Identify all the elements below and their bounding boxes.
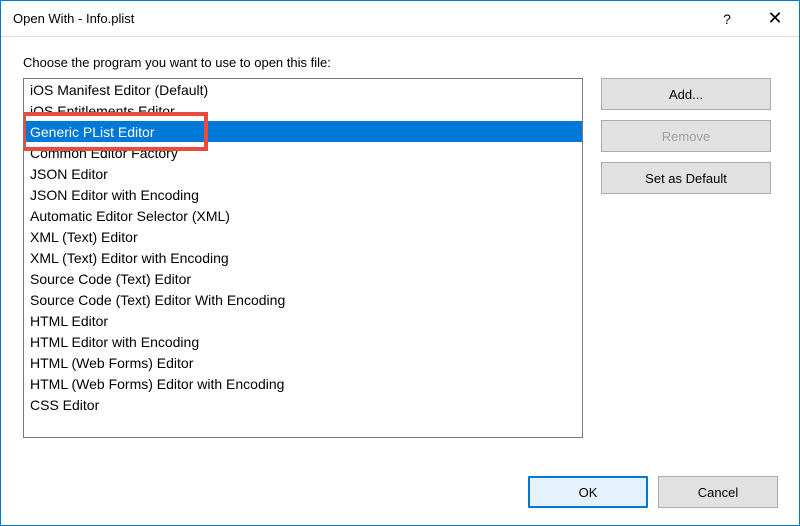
titlebar: Open With - Info.plist ? ✕ [1, 1, 799, 37]
list-item[interactable]: iOS Manifest Editor (Default) [24, 79, 582, 100]
window-title: Open With - Info.plist [13, 11, 703, 26]
list-item[interactable]: Common Editor Factory [24, 142, 582, 163]
close-icon: ✕ [767, 8, 782, 29]
list-item[interactable]: HTML Editor [24, 310, 582, 331]
program-listbox-container: iOS Manifest Editor (Default)iOS Entitle… [23, 78, 583, 438]
remove-button[interactable]: Remove [601, 120, 771, 152]
list-item[interactable]: Generic PList Editor [24, 121, 582, 142]
list-item[interactable]: CSS Editor [24, 394, 582, 415]
main-area: iOS Manifest Editor (Default)iOS Entitle… [23, 78, 777, 438]
list-item[interactable]: JSON Editor with Encoding [24, 184, 582, 205]
program-listbox[interactable]: iOS Manifest Editor (Default)iOS Entitle… [24, 79, 582, 437]
list-item[interactable]: Source Code (Text) Editor With Encoding [24, 289, 582, 310]
list-item[interactable]: iOS Entitlements Editor [24, 100, 582, 121]
list-item[interactable]: HTML (Web Forms) Editor with Encoding [24, 373, 582, 394]
side-buttons: Add... Remove Set as Default [601, 78, 771, 438]
list-item[interactable]: JSON Editor [24, 163, 582, 184]
add-button[interactable]: Add... [601, 78, 771, 110]
list-item[interactable]: Source Code (Text) Editor [24, 268, 582, 289]
help-icon: ? [723, 11, 731, 27]
help-button[interactable]: ? [703, 1, 751, 36]
list-item[interactable]: HTML Editor with Encoding [24, 331, 582, 352]
close-button[interactable]: ✕ [751, 1, 799, 36]
list-item[interactable]: XML (Text) Editor with Encoding [24, 247, 582, 268]
list-item[interactable]: HTML (Web Forms) Editor [24, 352, 582, 373]
set-default-button[interactable]: Set as Default [601, 162, 771, 194]
content-area: Choose the program you want to use to op… [1, 37, 799, 438]
list-item[interactable]: XML (Text) Editor [24, 226, 582, 247]
list-item[interactable]: Automatic Editor Selector (XML) [24, 205, 582, 226]
ok-button[interactable]: OK [528, 476, 648, 508]
bottom-buttons: OK Cancel [528, 476, 778, 508]
cancel-button[interactable]: Cancel [658, 476, 778, 508]
instruction-label: Choose the program you want to use to op… [23, 55, 777, 70]
titlebar-buttons: ? ✕ [703, 1, 799, 36]
